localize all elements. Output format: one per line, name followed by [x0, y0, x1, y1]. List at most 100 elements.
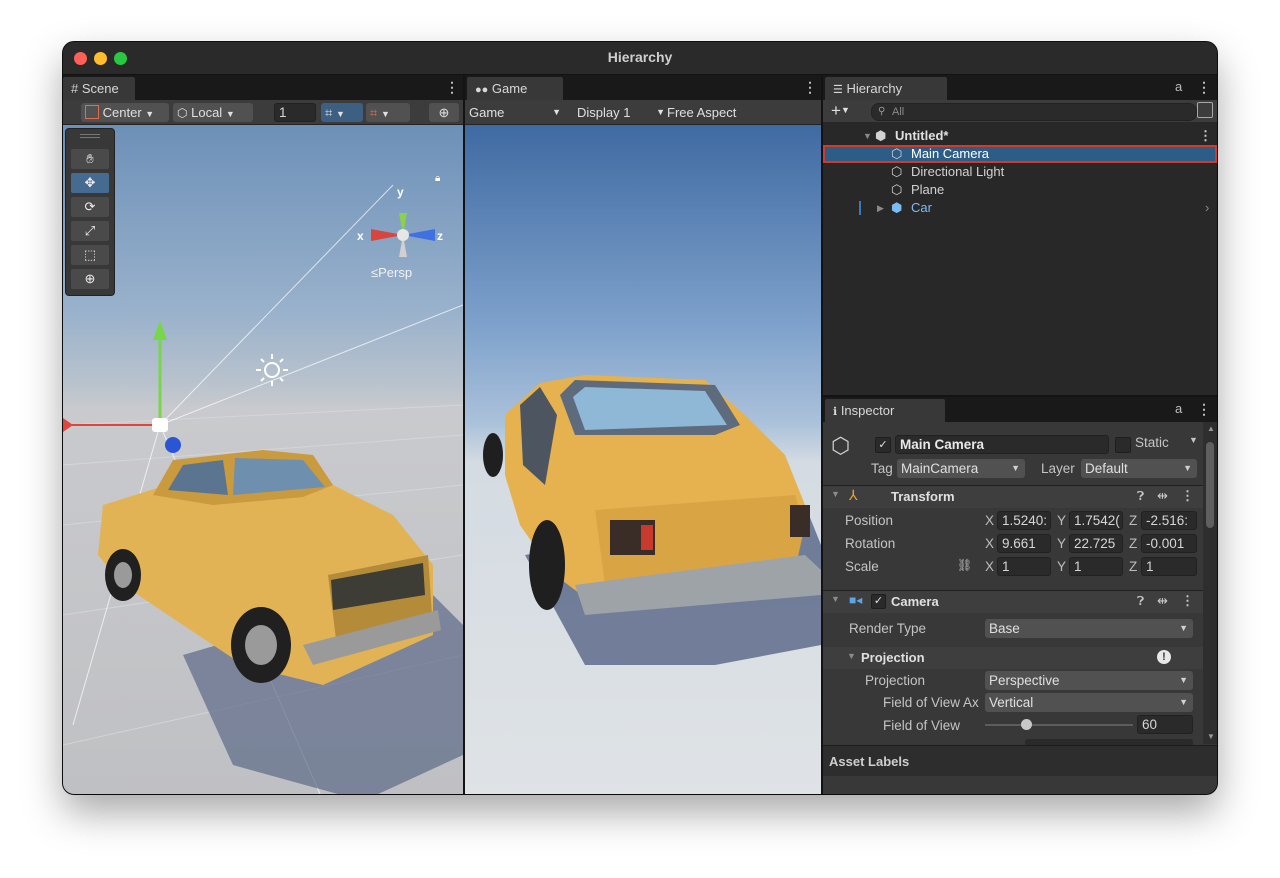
position-label: Position	[845, 513, 894, 528]
scroll-down-icon[interactable]: ▼	[1207, 732, 1215, 741]
rotate-tool-icon[interactable]: ⟳	[71, 197, 109, 217]
transform-tool-icon[interactable]: ⊕	[71, 269, 109, 289]
projection-section-header[interactable]: ▼ Projection !	[823, 647, 1203, 669]
fov-slider[interactable]	[985, 719, 1133, 730]
hand-tool-icon[interactable]: ✋︎	[71, 149, 109, 169]
component-menu-icon[interactable]: ⋮	[1181, 593, 1194, 609]
expand-arrow-icon[interactable]: ▶	[877, 199, 884, 217]
hierarchy-menu-icon[interactable]: ⋮	[1197, 79, 1211, 96]
scrollbar-thumb[interactable]	[1206, 442, 1214, 528]
warning-icon[interactable]: !	[1157, 650, 1171, 664]
grid-snap-icon: ⌗	[325, 105, 333, 120]
chevron-down-icon: ▼	[656, 107, 665, 117]
camera-enabled-checkbox[interactable]: ✓	[871, 594, 886, 609]
fov-axis-label: Field of View Ax	[883, 695, 979, 710]
render-type-dropdown[interactable]: Base ▼	[985, 619, 1193, 638]
display-dropdown[interactable]: Display 1 ▼	[577, 103, 665, 122]
pivot-icon	[85, 105, 99, 119]
scene-viewport[interactable]: y x z 🔒︎ ≤Persp ✋︎ ✥ ⟳ ⤢ ⬚ ⊕	[63, 125, 463, 794]
asset-labels-bar[interactable]: Asset Labels	[823, 745, 1217, 776]
tab-scene[interactable]: # Scene	[63, 77, 135, 100]
tag-dropdown[interactable]: MainCamera ▼	[897, 459, 1025, 478]
scale-z-field[interactable]: 1	[1141, 557, 1197, 576]
scale-x-field[interactable]: 1	[997, 557, 1051, 576]
scroll-up-icon[interactable]: ▲	[1207, 424, 1215, 433]
hierarchy-item-main-camera[interactable]: ⬡ Main Camera	[823, 145, 1217, 163]
grid-snap-toggle[interactable]: ⌗ ▼	[321, 103, 363, 122]
hierarchy-item-directional-light[interactable]: ⬡ Directional Light	[823, 163, 1217, 181]
tab-inspector[interactable]: ℹ Inspector	[825, 399, 945, 422]
camera-header[interactable]: ▼ ■◂ ✓ Camera ❓︎ ⇹ ⋮	[823, 590, 1203, 613]
scene-visibility-icon[interactable]	[1197, 102, 1213, 118]
snap-increment-field[interactable]: 1	[274, 103, 316, 122]
axis-z-label: Z	[1129, 559, 1138, 574]
override-indicator	[859, 201, 861, 215]
rect-tool-icon[interactable]: ⬚	[71, 245, 109, 265]
inspector-menu-icon[interactable]: ⋮	[1197, 401, 1211, 418]
scene-menu-icon[interactable]: ⋮	[445, 79, 459, 96]
grid-icon: #	[71, 81, 79, 96]
hierarchy-item-car[interactable]: ▶ ⬢ Car ›	[823, 199, 1217, 217]
collapse-arrow-icon[interactable]: ▼	[831, 594, 840, 604]
fov-value-field[interactable]: 60	[1137, 715, 1193, 734]
tool-palette: ✋︎ ✥ ⟳ ⤢ ⬚ ⊕	[65, 128, 115, 296]
inspector-scrollbar[interactable]: ▲ ▼	[1203, 422, 1217, 744]
projection-dropdown[interactable]: Perspective ▼	[985, 671, 1193, 690]
lock-icon[interactable]: 🔒︎	[435, 173, 440, 184]
position-y-field[interactable]: 1.7542(	[1069, 511, 1123, 530]
projection-persp-label[interactable]: ≤Persp	[371, 265, 412, 280]
space-dropdown[interactable]: ⬡ Local ▼	[173, 103, 253, 122]
pivot-dropdown[interactable]: Center ▼	[81, 103, 169, 122]
scene-menu-icon[interactable]: ⋮	[1199, 127, 1212, 145]
global-view-toggle[interactable]: ⊕	[429, 103, 459, 122]
tab-game[interactable]: ●● Game	[467, 77, 563, 100]
hierarchy-search-field[interactable]: ⚲ All	[871, 103, 1197, 121]
add-object-button[interactable]: +▼	[831, 101, 850, 121]
static-checkbox[interactable]	[1115, 437, 1131, 453]
help-icon[interactable]: ❓︎	[1137, 489, 1144, 504]
hierarchy-item-plane[interactable]: ⬡ Plane	[823, 181, 1217, 199]
object-name-field[interactable]: Main Camera	[895, 435, 1109, 454]
position-z-field[interactable]: -2.516:	[1141, 511, 1197, 530]
collapse-arrow-icon[interactable]: ▼	[831, 489, 840, 499]
projection-section-title: Projection	[861, 650, 925, 665]
component-menu-icon[interactable]: ⋮	[1181, 488, 1194, 504]
fov-slider-thumb[interactable]	[1021, 719, 1033, 730]
rotation-z-field[interactable]: -0.001	[1141, 534, 1197, 553]
lock-icon[interactable]: a	[1175, 401, 1182, 416]
rotation-x-field[interactable]: 9.661	[997, 534, 1051, 553]
chevron-right-icon[interactable]: ›	[1205, 199, 1209, 217]
constrain-proportions-icon[interactable]: ⛓︎	[957, 558, 972, 572]
tab-hierarchy[interactable]: ☰ Hierarchy	[825, 77, 947, 100]
prefab-icon: ⬢	[891, 200, 903, 215]
aspect-dropdown[interactable]: Free Aspect	[667, 103, 807, 122]
game-menu-icon[interactable]: ⋮	[803, 79, 817, 96]
preset-icon[interactable]: ⇹	[1157, 593, 1168, 609]
scene-toolbar: Center ▼ ⬡ Local ▼ 1 ⌗ ▼ ⌗ ▼ ⊕	[63, 100, 463, 125]
collapse-arrow-icon[interactable]: ▼	[847, 651, 856, 661]
layer-label: Layer	[1041, 461, 1075, 476]
help-icon[interactable]: ❓︎	[1137, 594, 1144, 609]
game-viewport[interactable]	[465, 125, 821, 794]
scale-y-field[interactable]: 1	[1069, 557, 1123, 576]
chevron-down-icon[interactable]: ▼	[1189, 435, 1198, 445]
fov-axis-dropdown[interactable]: Vertical ▼	[985, 693, 1193, 712]
rotation-y-field[interactable]: 22.725	[1069, 534, 1123, 553]
hierarchy-panel: ☰ Hierarchy a ⋮ +▼ ⚲ All ▼ ⬢ Untitled* ⋮…	[823, 75, 1217, 395]
chevron-down-icon: ▼	[225, 109, 235, 119]
increment-snap-toggle[interactable]: ⌗ ▼	[366, 103, 410, 122]
chevron-down-icon: ▼	[552, 107, 561, 117]
game-tabbar: ●● Game ⋮	[465, 75, 821, 100]
preset-icon[interactable]: ⇹	[1157, 488, 1168, 504]
layer-dropdown[interactable]: Default ▼	[1081, 459, 1197, 478]
lock-icon[interactable]: a	[1175, 79, 1182, 94]
game-mode-dropdown[interactable]: Game ▼	[469, 103, 565, 122]
move-tool-icon[interactable]: ✥	[71, 173, 109, 193]
scale-tool-icon[interactable]: ⤢	[71, 221, 109, 241]
info-icon: ℹ	[833, 406, 838, 418]
scene-root-row[interactable]: ▼ ⬢ Untitled* ⋮	[823, 127, 1217, 145]
position-x-field[interactable]: 1.5240:	[997, 511, 1051, 530]
active-checkbox[interactable]: ✓	[875, 437, 891, 453]
expand-arrow-icon[interactable]: ▼	[863, 127, 872, 145]
transform-header[interactable]: ▼ ⅄ Transform ❓︎ ⇹ ⋮	[823, 485, 1203, 508]
